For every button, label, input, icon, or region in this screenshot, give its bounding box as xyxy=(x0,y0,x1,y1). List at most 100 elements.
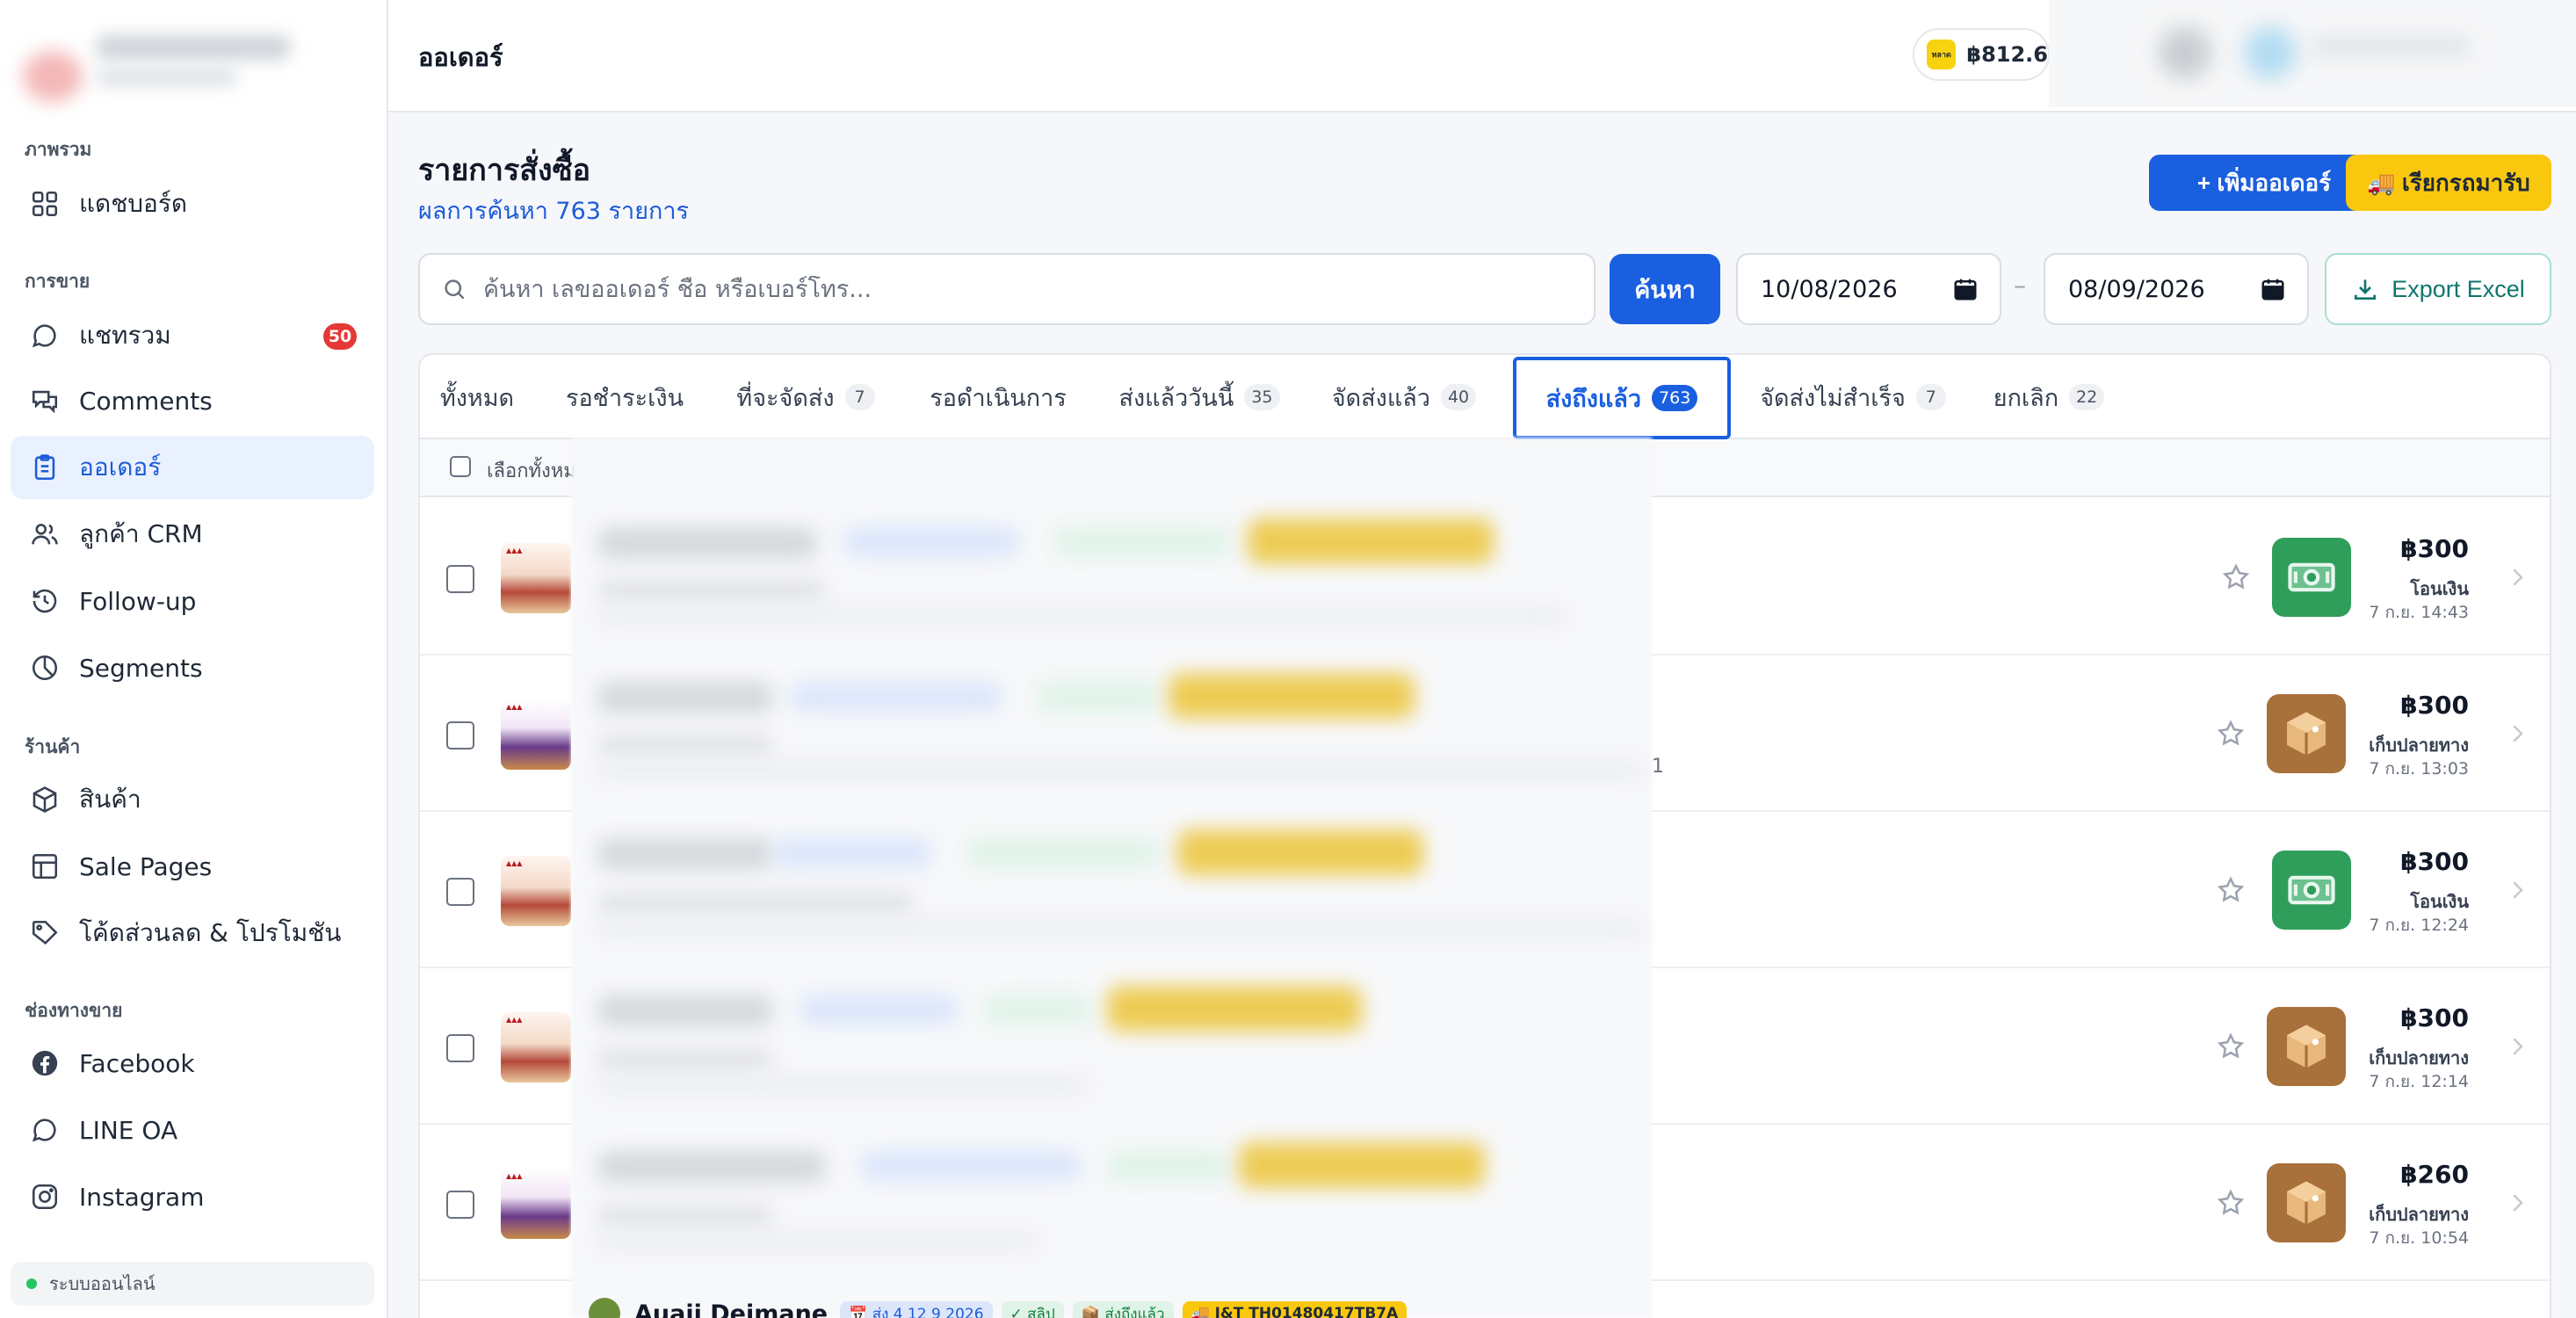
redacted-block xyxy=(1248,518,1494,564)
section-title-channels: ช่องทางขาย xyxy=(25,1000,123,1021)
redacted-block xyxy=(597,1075,1089,1095)
order-time: 7 ก.ย. 10:54 xyxy=(2369,1228,2469,1248)
brand-name-blurred xyxy=(97,35,290,60)
redacted-block xyxy=(791,682,1002,712)
product-thumbnail: ▲▲▲ xyxy=(501,856,571,926)
slip-chip: ✓ สลิป xyxy=(1001,1301,1064,1318)
brand-area[interactable] xyxy=(0,0,388,132)
row-checkbox[interactable] xyxy=(446,1034,474,1062)
row-checkbox[interactable] xyxy=(446,878,474,906)
sidebar-item-label: Follow-up xyxy=(79,586,197,616)
calendar-icon[interactable] xyxy=(2260,276,2286,302)
sidebar-item-followup[interactable]: Follow-up xyxy=(11,569,374,633)
sidebar-item-chat[interactable]: แชทรวม 50 xyxy=(11,304,374,367)
wallet-balance[interactable]: หลาด ฿812.6 xyxy=(1913,28,2050,81)
star-icon[interactable] xyxy=(2221,562,2251,592)
sidebar-item-segments[interactable]: Segments xyxy=(11,636,374,699)
redacted-block xyxy=(1177,829,1423,875)
search-field[interactable] xyxy=(418,253,1596,325)
redacted-block xyxy=(597,1151,826,1183)
sidebar-item-comments[interactable]: Comments xyxy=(11,369,374,432)
sidebar-item-label: LINE OA xyxy=(79,1115,178,1145)
transfer-icon xyxy=(2272,538,2351,617)
sidebar-item-line[interactable]: LINE OA xyxy=(11,1098,374,1162)
redacted-block xyxy=(1107,1151,1230,1181)
redacted-block xyxy=(1107,986,1362,1032)
result-count: ผลการค้นหา 763 รายการ xyxy=(418,198,690,225)
sidebar: ภาพรวม แดชบอร์ด การขาย แชทรวม 50 Comment… xyxy=(0,0,388,1318)
sidebar-item-instagram[interactable]: Instagram xyxy=(11,1165,374,1228)
redacted-block xyxy=(597,735,773,756)
row-checkbox[interactable] xyxy=(446,721,474,750)
tab-cancelled[interactable]: ยกเลิก 22 xyxy=(1979,355,2119,439)
order-amount: ฿300 xyxy=(2400,691,2469,720)
search-icon xyxy=(445,279,465,300)
sidebar-item-orders[interactable]: ออเดอร์ xyxy=(11,436,374,499)
system-status: ระบบออนไลน์ xyxy=(11,1262,374,1306)
cod-box-icon xyxy=(2267,1163,2346,1242)
order-amount: ฿260 xyxy=(2400,1160,2469,1189)
transfer-icon xyxy=(2272,851,2351,930)
trailing-text: 1 xyxy=(1652,756,1664,778)
calendar-icon[interactable] xyxy=(1952,276,1979,302)
tab-all[interactable]: ทั้งหมด xyxy=(429,355,525,439)
sidebar-item-dashboard[interactable]: แดชบอร์ด xyxy=(11,172,374,235)
redacted-block xyxy=(800,995,958,1025)
wallet-brand-icon: หลาด xyxy=(1927,40,1957,69)
chevron-right-icon[interactable] xyxy=(2504,564,2530,590)
page-title: ออเดอร์ xyxy=(418,42,503,72)
date-separator: – xyxy=(2014,271,2026,300)
tab-shipped[interactable]: จัดส่งแล้ว 40 xyxy=(1323,355,1485,439)
sidebar-item-label: Facebook xyxy=(79,1048,195,1078)
sidebar-item-facebook[interactable]: Facebook xyxy=(11,1032,374,1095)
row-checkbox[interactable] xyxy=(446,565,474,593)
sidebar-item-label: สินค้า xyxy=(79,785,141,814)
instagram-icon xyxy=(30,1182,60,1212)
section-title-overview: ภาพรวม xyxy=(25,139,92,160)
online-dot-icon xyxy=(26,1278,37,1289)
select-all-checkbox[interactable] xyxy=(450,456,471,477)
wallet-value: ฿812.6 xyxy=(1966,42,2048,67)
tab-delivery-failed[interactable]: จัดส่งไม่สำเร็จ 7 xyxy=(1754,355,1952,439)
redacted-block xyxy=(597,1232,1037,1251)
search-button[interactable]: ค้นหา xyxy=(1610,254,1720,324)
sidebar-item-crm[interactable]: ลูกค้า CRM xyxy=(11,503,374,566)
date-from-field[interactable]: 10/08/2026 xyxy=(1736,253,2001,325)
date-to-field[interactable]: 08/09/2026 xyxy=(2044,253,2309,325)
tab-awaiting-payment[interactable]: รอชำระเงิน xyxy=(552,355,698,439)
tab-label: ส่งถึงแล้ว xyxy=(1545,385,1642,413)
export-excel-button[interactable]: Export Excel xyxy=(2325,253,2551,325)
date-to-value: 08/09/2026 xyxy=(2068,275,2205,303)
tag-icon xyxy=(30,918,60,948)
row-checkbox[interactable] xyxy=(446,1191,474,1219)
tab-label: รอชำระเงิน xyxy=(565,384,684,412)
star-icon[interactable] xyxy=(2216,875,2246,905)
tab-delivered[interactable]: ส่งถึงแล้ว 763 xyxy=(1513,357,1731,439)
search-input[interactable] xyxy=(483,275,1538,303)
add-order-button[interactable]: + เพิ่มออเดอร์ xyxy=(2149,155,2379,211)
call-pickup-button[interactable]: 🚚 เรียกรถมารับ xyxy=(2346,155,2551,211)
redacted-block xyxy=(597,995,773,1026)
sidebar-item-salepages[interactable]: Sale Pages xyxy=(11,835,374,898)
chevron-right-icon[interactable] xyxy=(2504,1190,2530,1216)
layout-icon xyxy=(30,851,60,881)
partial-order-row[interactable]: Auaji Deimane 📅 ส่ง 4 12 9 2026 ✓ สลิป 📦… xyxy=(589,1298,1415,1318)
sidebar-item-products[interactable]: สินค้า xyxy=(11,768,374,831)
profile-avatar-blurred xyxy=(2159,26,2211,79)
star-icon[interactable] xyxy=(2216,719,2246,749)
tab-processing[interactable]: รอดำเนินการ xyxy=(915,355,1081,439)
chevron-right-icon[interactable] xyxy=(2504,1033,2530,1060)
order-time: 7 ก.ย. 12:24 xyxy=(2369,916,2469,935)
star-icon[interactable] xyxy=(2216,1188,2246,1218)
sidebar-item-promotions[interactable]: โค้ดส่วนลด & โปรโมชัน xyxy=(11,902,374,965)
chat-icon xyxy=(30,321,60,351)
star-icon[interactable] xyxy=(2216,1032,2246,1061)
tab-count: 763 xyxy=(1652,385,1698,411)
order-amount: ฿300 xyxy=(2400,1003,2469,1032)
chevron-right-icon[interactable] xyxy=(2504,721,2530,747)
chevron-right-icon[interactable] xyxy=(2504,877,2530,903)
tab-to-ship[interactable]: ที่จะจัดส่ง 7 xyxy=(724,355,887,439)
redacted-block xyxy=(597,1206,773,1227)
tab-shipped-today[interactable]: ส่งแล้ววันนี้ 35 xyxy=(1109,355,1290,439)
redacted-block xyxy=(966,838,1160,868)
